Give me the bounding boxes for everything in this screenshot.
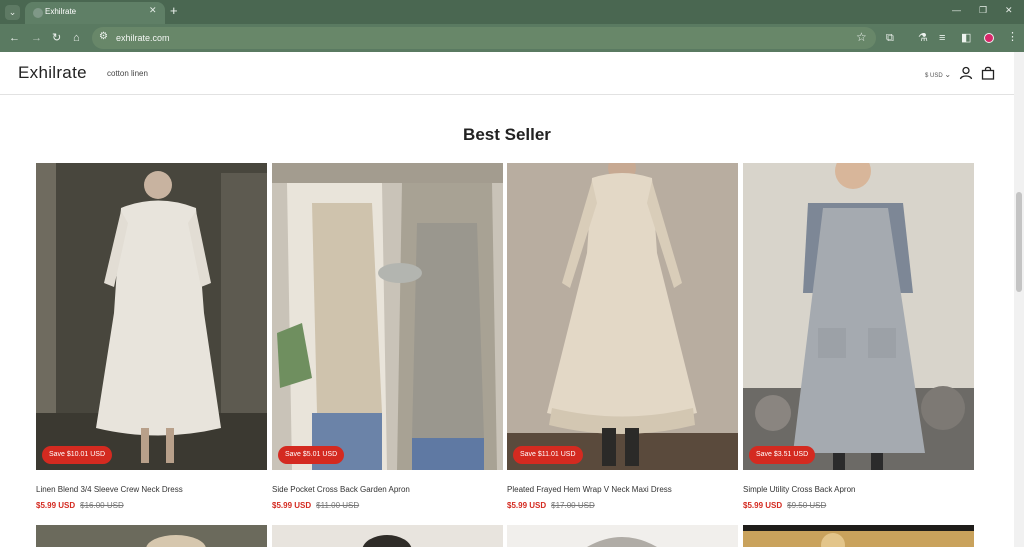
site-favicon-icon <box>33 8 43 18</box>
product-title[interactable]: Linen Blend 3/4 Sleeve Crew Neck Dress <box>36 485 183 494</box>
address-bar[interactable]: ⚙ exhilrate.com ☆ <box>92 27 876 49</box>
nav-link-cotton-linen[interactable]: cotton linen <box>107 69 148 78</box>
product-image[interactable]: Save $5.01 USD <box>272 163 503 470</box>
cart-bag-icon[interactable] <box>981 66 995 80</box>
site-info-icon[interactable]: ⚙ <box>99 31 108 42</box>
home-icon[interactable]: ⌂ <box>73 31 80 45</box>
scrollbar-thumb[interactable] <box>1016 192 1022 292</box>
browser-tab[interactable]: Exhilrate ✕ <box>25 2 165 24</box>
minimize-icon[interactable]: — <box>952 5 961 15</box>
product-title[interactable]: Simple Utility Cross Back Apron <box>743 485 855 494</box>
sale-price: $5.99 USD <box>507 501 547 510</box>
sale-badge: Save $3.51 USD <box>749 446 816 464</box>
profile-avatar-icon[interactable] <box>984 33 994 43</box>
currency-selector[interactable]: $ USD ⌄ <box>925 70 951 79</box>
product-image[interactable]: Save $10.01 USD <box>36 163 267 470</box>
reload-icon[interactable]: ↻ <box>52 31 61 45</box>
sale-price: $5.99 USD <box>36 501 76 510</box>
price-row: $5.99 USD $16.00 USD <box>36 501 124 510</box>
price-row: $5.99 USD $17.00 USD <box>507 501 595 510</box>
compare-price: $17.00 USD <box>551 501 595 510</box>
compare-price: $11.00 USD <box>316 501 360 510</box>
store-logo[interactable]: Exhilrate <box>18 63 87 83</box>
product-title[interactable]: Pleated Frayed Hem Wrap V Neck Maxi Dres… <box>507 485 672 494</box>
tab-search-chevron-icon[interactable]: ⌄ <box>5 5 20 20</box>
sale-badge: Save $10.01 USD <box>42 446 113 464</box>
browser-toolbar: ← → ↻ ⌂ ⚙ exhilrate.com ☆ ⧉ ⚗ ≡ ◧ ⋮ <box>0 24 1024 52</box>
sale-price: $5.99 USD <box>272 501 312 510</box>
currency-label: $ USD <box>925 73 943 79</box>
product-card[interactable]: Save $3.51 USD Simple Utility Cross Back… <box>743 163 974 510</box>
browser-menu-icon[interactable]: ⋮ <box>1007 30 1018 43</box>
product-image-row2[interactable] <box>507 525 738 547</box>
url-text: exhilrate.com <box>116 33 170 43</box>
store-header: Exhilrate cotton linen $ USD ⌄ <box>0 52 1014 95</box>
forward-arrow-icon[interactable]: → <box>31 31 42 45</box>
product-title[interactable]: Side Pocket Cross Back Garden Apron <box>272 485 410 494</box>
restore-icon[interactable]: ❐ <box>979 5 987 16</box>
product-card[interactable]: Save $5.01 USD Side Pocket Cross Back Ga… <box>272 163 503 510</box>
page-scrollbar[interactable] <box>1014 52 1024 547</box>
side-panel-icon[interactable]: ◧ <box>961 31 971 45</box>
product-card[interactable]: Save $10.01 USD Linen Blend 3/4 Sleeve C… <box>36 163 267 510</box>
product-image-row2[interactable] <box>272 525 503 547</box>
chevron-down-icon: ⌄ <box>944 70 952 79</box>
tab-title: Exhilrate <box>45 7 77 16</box>
price-row: $5.99 USD $9.50 USD <box>743 501 826 510</box>
price-row: $5.99 USD $11.00 USD <box>272 501 359 510</box>
labs-flask-icon[interactable]: ⚗ <box>918 31 928 45</box>
product-image-row2[interactable] <box>743 525 974 547</box>
sale-badge: Save $11.01 USD <box>513 446 583 464</box>
product-image-row2[interactable] <box>36 525 267 547</box>
product-card[interactable]: Save $11.01 USD Pleated Frayed Hem Wrap … <box>507 163 738 510</box>
sale-badge: Save $5.01 USD <box>278 446 345 464</box>
new-tab-plus-icon[interactable]: + <box>170 3 178 19</box>
browser-tab-bar: ⌄ Exhilrate ✕ + — ❐ ✕ <box>0 0 1024 24</box>
back-arrow-icon[interactable]: ← <box>9 31 20 45</box>
close-tab-icon[interactable]: ✕ <box>149 5 157 16</box>
compare-price: $16.00 USD <box>80 501 124 510</box>
product-image[interactable]: Save $3.51 USD <box>743 163 974 470</box>
product-image[interactable]: Save $11.01 USD <box>507 163 738 470</box>
close-window-icon[interactable]: ✕ <box>1005 5 1013 16</box>
extensions-icon[interactable]: ⧉ <box>886 31 894 45</box>
section-title: Best Seller <box>463 125 551 144</box>
reading-list-icon[interactable]: ≡ <box>939 31 945 45</box>
account-user-icon[interactable] <box>959 66 973 80</box>
bookmark-star-icon[interactable]: ☆ <box>856 30 867 44</box>
compare-price: $9.50 USD <box>787 501 827 510</box>
sale-price: $5.99 USD <box>743 501 783 510</box>
